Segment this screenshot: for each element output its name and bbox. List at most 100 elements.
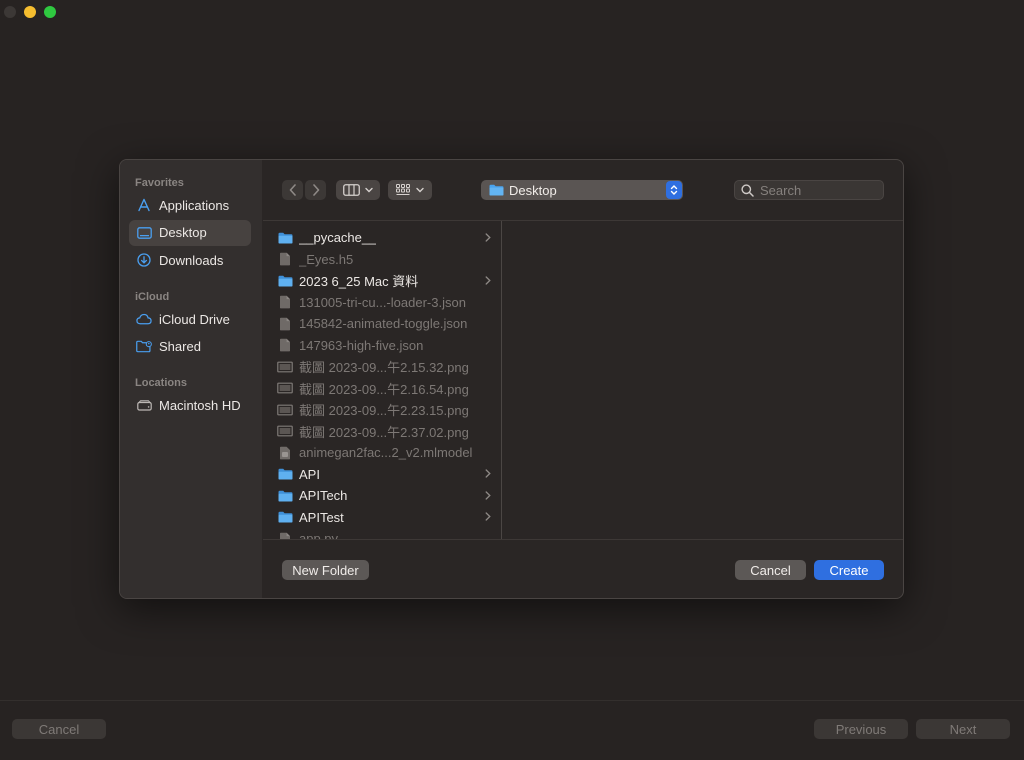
folder-row[interactable]: __pycache__ xyxy=(277,227,491,248)
image-icon xyxy=(277,403,293,417)
location-popup[interactable]: Desktop xyxy=(481,180,683,200)
folder-icon xyxy=(277,489,293,503)
file-row: _Eyes.h5 xyxy=(277,249,491,270)
document-icon xyxy=(277,317,293,331)
file-row: 截圖 2023-09...午2.15.32.png xyxy=(277,356,491,377)
sidebar-item-label: Desktop xyxy=(159,225,207,240)
image-icon xyxy=(277,381,293,395)
folder-row[interactable]: API xyxy=(277,464,491,485)
sidebar-item-label: Macintosh HD xyxy=(159,397,241,413)
folder-row[interactable]: APITest xyxy=(277,507,491,528)
file-name: 145842-animated-toggle.json xyxy=(299,316,468,331)
sidebar-section-title: Favorites xyxy=(135,177,184,189)
sidebar: Favorites Applications Desktop Downloads iCl… xyxy=(120,160,263,598)
shared-folder-icon xyxy=(136,339,152,355)
folder-icon xyxy=(277,231,293,245)
search-placeholder: Search xyxy=(760,182,802,198)
chevron-right-icon xyxy=(312,184,319,196)
location-label: Desktop xyxy=(509,182,557,198)
chevron-right-icon xyxy=(485,467,491,481)
file-row: 145842-animated-toggle.json xyxy=(277,313,491,334)
folder-row[interactable]: 2023 6_25 Mac 資料 xyxy=(277,270,491,291)
up-down-chevron-icon xyxy=(670,185,678,195)
file-name: 截圖 2023-09...午2.23.15.png xyxy=(299,403,469,418)
document-icon xyxy=(277,532,293,539)
chevron-right-icon xyxy=(485,489,491,503)
dialog-footer: New Folder Cancel Create xyxy=(263,539,903,598)
file-name: API xyxy=(299,466,320,482)
folder-icon xyxy=(489,184,504,196)
file-name: 截圖 2023-09...午2.37.02.png xyxy=(299,424,469,440)
file-name: APITest xyxy=(299,509,344,525)
file-column[interactable]: __pycache__ _Eyes.h5 2023 6_25 Mac 資料 13100… xyxy=(263,221,502,539)
document-icon xyxy=(277,252,293,266)
sidebar-item-macintosh-hd[interactable]: Macintosh HD xyxy=(129,392,251,418)
file-row: 131005-tri-cu...-loader-3.json xyxy=(277,292,491,313)
folder-icon xyxy=(277,510,293,524)
chevron-right-icon xyxy=(485,510,491,524)
columns-view-icon xyxy=(343,184,360,196)
window-next-button[interactable]: Next xyxy=(916,719,1010,739)
search-icon xyxy=(741,183,754,197)
desktop-icon xyxy=(136,225,152,241)
toolbar: Desktop Search xyxy=(263,160,903,221)
window-controls xyxy=(4,6,56,18)
chevron-left-icon xyxy=(289,184,296,196)
document-icon xyxy=(277,295,293,309)
cloud-icon xyxy=(136,311,152,327)
back-button[interactable] xyxy=(282,180,303,200)
file-name: app.py xyxy=(299,531,339,539)
folder-icon xyxy=(277,467,293,481)
downloads-icon xyxy=(136,252,152,268)
applications-icon xyxy=(136,197,152,213)
drive-icon xyxy=(136,397,152,413)
group-by-button[interactable] xyxy=(388,180,432,200)
file-row: animegan2fac...2_v2.mlmodel xyxy=(277,442,491,463)
sidebar-item-desktop[interactable]: Desktop xyxy=(129,219,251,246)
window-cancel-button[interactable]: Cancel xyxy=(12,719,106,739)
file-row: 截圖 2023-09...午2.16.54.png xyxy=(277,378,491,399)
sidebar-item-icloud-drive[interactable]: iCloud Drive xyxy=(129,306,251,332)
image-icon xyxy=(277,424,293,438)
sidebar-item-applications[interactable]: Applications xyxy=(129,192,251,218)
document-icon xyxy=(277,338,293,352)
grid-icon xyxy=(396,184,410,195)
chevron-down-icon xyxy=(365,187,373,193)
chevron-right-icon xyxy=(485,274,491,288)
create-button[interactable]: Create xyxy=(814,560,884,580)
file-name: 截圖 2023-09...午2.15.32.png xyxy=(299,360,469,375)
chevron-down-icon xyxy=(416,187,424,193)
model-icon xyxy=(277,446,293,460)
file-name: animegan2fac...2_v2.mlmodel xyxy=(299,445,473,460)
sidebar-item-label: Shared xyxy=(159,339,201,354)
sidebar-item-downloads[interactable]: Downloads xyxy=(129,247,251,273)
forward-button[interactable] xyxy=(305,180,326,200)
sidebar-section-title: iCloud xyxy=(135,291,170,303)
sidebar-item-label: Applications xyxy=(159,197,230,213)
view-mode-button[interactable] xyxy=(336,180,380,200)
close-window-button[interactable] xyxy=(4,6,16,18)
sidebar-item-shared[interactable]: Shared xyxy=(129,334,251,360)
sidebar-section-title: Locations xyxy=(135,377,187,389)
location-stepper[interactable] xyxy=(666,181,682,199)
image-icon xyxy=(277,360,293,374)
file-row: 截圖 2023-09...午2.37.02.png xyxy=(277,421,491,442)
folder-row[interactable]: APITech xyxy=(277,485,491,506)
file-name: APITech xyxy=(299,488,348,503)
file-name: __pycache__ xyxy=(299,230,377,245)
file-row: 截圖 2023-09...午2.23.15.png xyxy=(277,399,491,420)
bottom-divider xyxy=(0,700,1024,701)
cancel-button[interactable]: Cancel xyxy=(735,560,806,580)
new-folder-button[interactable]: New Folder xyxy=(282,560,369,580)
file-name: 147963-high-five.json xyxy=(299,337,424,353)
file-row: 147963-high-five.json xyxy=(277,335,491,356)
sidebar-item-label: iCloud Drive xyxy=(159,311,230,327)
preview-column xyxy=(502,221,903,539)
file-name: 截圖 2023-09...午2.16.54.png xyxy=(299,381,469,397)
file-name: 2023 6_25 Mac 資料 xyxy=(299,274,419,289)
window-previous-button[interactable]: Previous xyxy=(814,719,908,739)
search-field[interactable]: Search xyxy=(734,180,884,200)
zoom-window-button[interactable] xyxy=(44,6,56,18)
file-name: 131005-tri-cu...-loader-3.json xyxy=(299,294,466,310)
minimize-window-button[interactable] xyxy=(24,6,36,18)
